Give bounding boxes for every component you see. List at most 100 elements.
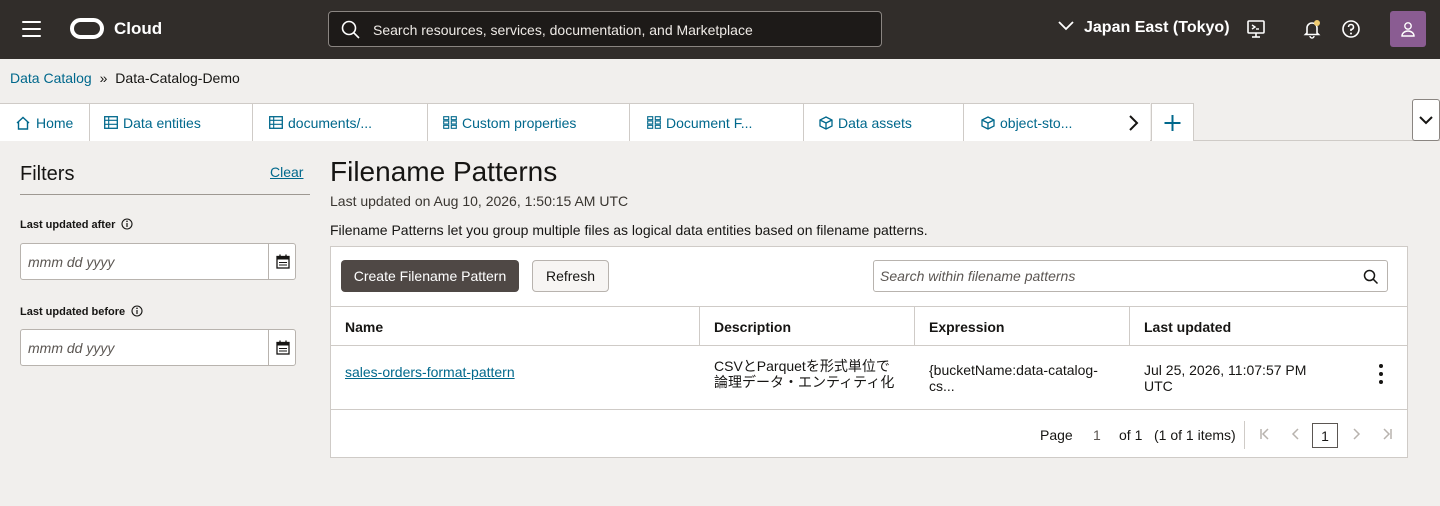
- tab-overflow-menu-button[interactable]: [1412, 99, 1440, 141]
- pattern-last-updated-line-2: UTC: [1144, 378, 1173, 394]
- search-icon[interactable]: [1363, 269, 1379, 285]
- row-actions-kebab-icon[interactable]: [1371, 364, 1391, 390]
- breadcrumb-separator: »: [99, 70, 108, 86]
- last-updated-after-label: Last updated after: [20, 218, 133, 231]
- pattern-expression-line-1: {bucketName:data-catalog-: [929, 362, 1098, 378]
- global-search-placeholder: Search resources, services, documentatio…: [373, 22, 753, 38]
- last-page-icon[interactable]: [1380, 427, 1394, 441]
- filename-patterns-panel: Create Filename Pattern Refresh Name Des…: [330, 246, 1408, 458]
- pattern-last-updated-line-1: Jul 25, 2026, 11:07:57 PM: [1144, 362, 1307, 378]
- tab-label: Data assets: [838, 115, 912, 131]
- tab-bar: Home Data entities documents/... Custom …: [0, 99, 1440, 141]
- tab-scroll-right-button[interactable]: [1118, 103, 1150, 141]
- last-updated-after-input[interactable]: [20, 243, 296, 280]
- last-updated-before-label: Last updated before: [20, 305, 143, 318]
- tab-home[interactable]: Home: [0, 103, 90, 141]
- pattern-name-link[interactable]: sales-orders-format-pattern: [345, 364, 515, 380]
- last-updated-after-text: Last updated after: [20, 219, 116, 231]
- tab-data-assets[interactable]: Data assets: [804, 103, 964, 141]
- page-of-label: of 1: [1119, 427, 1143, 443]
- info-icon[interactable]: [131, 305, 143, 317]
- pattern-expression: {bucketName:data-catalog- cs...: [929, 362, 1098, 394]
- tab-document-format[interactable]: Document F...: [630, 103, 804, 141]
- tab-object-storage[interactable]: object-sto...: [964, 103, 1118, 141]
- last-updated-after-field[interactable]: [21, 244, 268, 279]
- column-header-name[interactable]: Name: [331, 307, 700, 346]
- first-page-icon[interactable]: [1258, 427, 1272, 441]
- column-header-description[interactable]: Description: [700, 307, 915, 346]
- table-icon: [269, 116, 283, 130]
- pattern-expression-line-2: cs...: [929, 378, 955, 394]
- calendar-icon: [276, 340, 290, 355]
- current-page-button[interactable]: 1: [1312, 423, 1338, 448]
- next-page-icon[interactable]: [1349, 427, 1363, 441]
- plus-icon: [1164, 115, 1181, 131]
- table-icon: [104, 116, 118, 130]
- pagination: Page 1 of 1 (1 of 1 items) 1: [331, 411, 1407, 457]
- page-label: Page: [1040, 427, 1073, 443]
- create-filename-pattern-button[interactable]: Create Filename Pattern: [341, 260, 519, 292]
- pattern-description-line-2: 論理データ・エンティティ化: [714, 374, 895, 390]
- pattern-description: CSVとParquetを形式単位で 論理データ・エンティティ化: [714, 358, 894, 390]
- breadcrumb-data-catalog[interactable]: Data Catalog: [10, 70, 92, 86]
- tab-custom-properties[interactable]: Custom properties: [428, 103, 630, 141]
- page-description: Filename Patterns let you group multiple…: [330, 222, 928, 238]
- oracle-logo[interactable]: [70, 18, 104, 39]
- region-selector[interactable]: Japan East (Tokyo): [1058, 19, 1230, 37]
- user-avatar[interactable]: [1390, 11, 1426, 47]
- user-icon: [1401, 22, 1415, 37]
- tab-label: Data entities: [123, 115, 201, 131]
- chevron-right-icon: [1129, 115, 1139, 131]
- table-search-box[interactable]: [873, 260, 1388, 292]
- filters-divider: [20, 194, 310, 195]
- filters-clear-link[interactable]: Clear: [270, 164, 303, 180]
- info-icon[interactable]: [121, 218, 133, 230]
- last-updated-before-text: Last updated before: [20, 306, 126, 318]
- grid-icon: [647, 116, 661, 130]
- previous-page-icon[interactable]: [1289, 427, 1303, 441]
- tab-label: object-sto...: [1000, 115, 1073, 131]
- region-label: Japan East (Tokyo): [1084, 19, 1230, 36]
- tab-label: Home: [36, 115, 74, 131]
- table-search-input[interactable]: [874, 261, 1354, 291]
- breadcrumb-current: Data-Catalog-Demo: [115, 70, 240, 86]
- filters-title: Filters: [20, 163, 75, 185]
- page-items-count: (1 of 1 items): [1154, 427, 1236, 443]
- tab-data-entities[interactable]: Data entities: [90, 103, 253, 141]
- calendar-button[interactable]: [268, 330, 296, 365]
- pattern-last-updated: Jul 25, 2026, 11:07:57 PM UTC: [1144, 362, 1306, 394]
- chevron-down-icon: [1419, 116, 1433, 125]
- table-row: sales-orders-format-pattern CSVとParquetを…: [331, 346, 1407, 410]
- last-updated-before-field[interactable]: [21, 330, 268, 365]
- tab-label: Document F...: [666, 115, 753, 131]
- global-search-input[interactable]: Search resources, services, documentatio…: [328, 11, 882, 47]
- calendar-button[interactable]: [268, 244, 296, 279]
- pager-divider: [1244, 421, 1245, 449]
- refresh-button[interactable]: Refresh: [532, 260, 609, 292]
- breadcrumb: Data Catalog » Data-Catalog-Demo: [10, 70, 240, 86]
- page-title: Filename Patterns: [330, 156, 558, 187]
- tab-label: documents/...: [288, 115, 373, 131]
- grid-icon: [443, 116, 457, 130]
- hamburger-menu-icon[interactable]: [22, 21, 41, 37]
- top-bar: Cloud Search resources, services, docume…: [0, 0, 1440, 59]
- calendar-icon: [276, 254, 290, 269]
- last-updated-text: Last updated on Aug 10, 2026, 1:50:15 AM…: [330, 193, 629, 209]
- notification-bell-icon[interactable]: [1302, 19, 1324, 41]
- pattern-description-line-1: CSVとParquetを形式単位で: [714, 358, 890, 374]
- column-header-last-updated[interactable]: Last updated: [1130, 307, 1407, 346]
- cube-icon: [819, 116, 833, 130]
- add-tab-button[interactable]: [1151, 103, 1194, 141]
- chevron-down-icon: [1058, 21, 1074, 31]
- tab-documents[interactable]: documents/...: [253, 103, 428, 141]
- tab-label: Custom properties: [462, 115, 577, 131]
- column-header-expression[interactable]: Expression: [915, 307, 1130, 346]
- help-icon[interactable]: [1341, 19, 1363, 41]
- table-header: Name Description Expression Last updated: [331, 306, 1407, 346]
- cloud-shell-icon[interactable]: [1246, 19, 1268, 41]
- brand-name[interactable]: Cloud: [114, 19, 162, 39]
- search-icon: [341, 20, 360, 39]
- home-icon: [16, 116, 30, 130]
- page-number-input[interactable]: 1: [1093, 427, 1101, 443]
- last-updated-before-input[interactable]: [20, 329, 296, 366]
